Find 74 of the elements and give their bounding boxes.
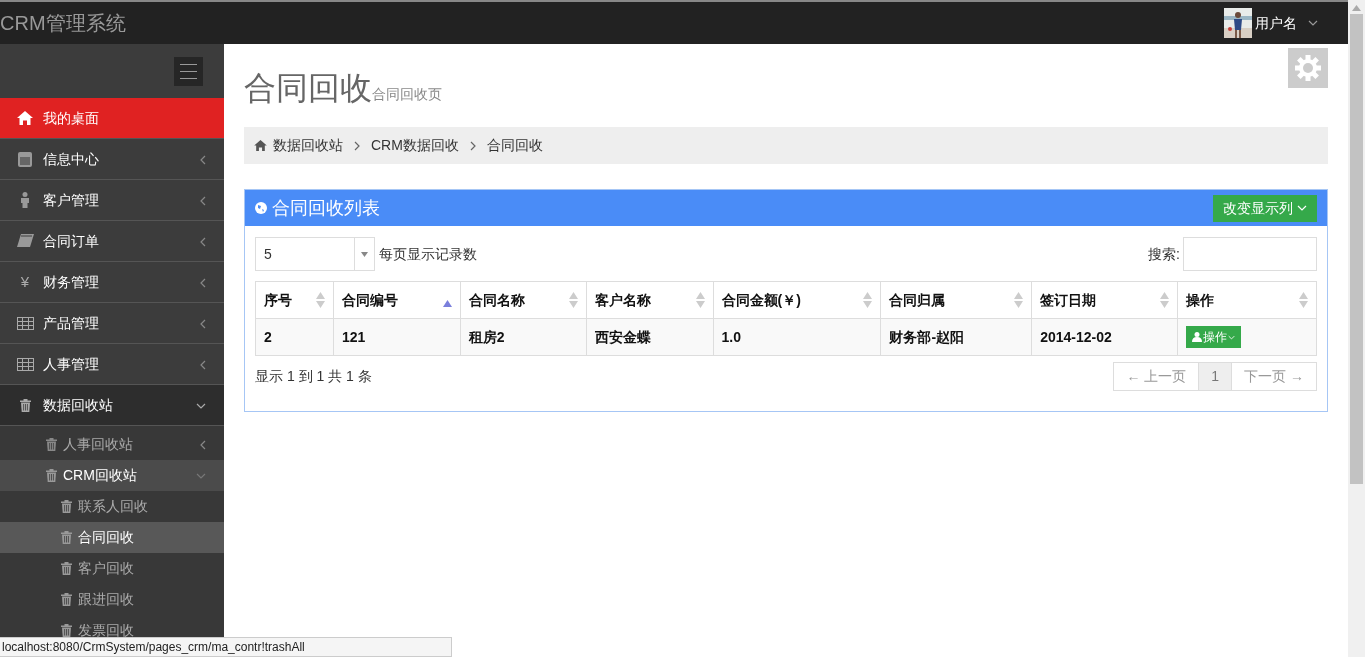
chevron-icon: [200, 318, 206, 329]
page-button[interactable]: 1: [1198, 362, 1233, 391]
app-title: CRM管理系统: [0, 11, 127, 36]
yen-icon: ¥: [20, 270, 30, 294]
sidebar-subitem[interactable]: CRM回收站: [0, 460, 224, 491]
separator-icon: [469, 140, 476, 151]
scrollbar[interactable]: [1348, 0, 1365, 657]
home-icon: [17, 111, 33, 125]
chevron-icon: [200, 359, 206, 370]
sidebar-item[interactable]: 数据回收站: [0, 385, 224, 426]
caret-icon: [1228, 334, 1236, 340]
table-cell: 租房2: [460, 318, 587, 356]
sidebar-item[interactable]: 我的桌面: [0, 98, 224, 139]
book-icon: [16, 233, 34, 249]
trash-icon: [46, 438, 57, 451]
chevron-icon: [200, 440, 206, 451]
chevron-icon: [200, 154, 206, 165]
trash-icon: [61, 531, 72, 544]
trash-icon: [61, 624, 72, 637]
search-label: 搜索:: [1148, 244, 1180, 264]
table-cell: 财务部-赵阳: [880, 318, 1032, 356]
user-icon: [1192, 332, 1203, 342]
home-icon: [254, 140, 267, 151]
chevron-icon: [196, 402, 206, 409]
calendar-icon: [18, 151, 32, 167]
sidebar-item[interactable]: 信息中心: [0, 139, 224, 180]
breadcrumb-link[interactable]: CRM数据回收: [371, 135, 459, 156]
chevron-icon: [200, 236, 206, 247]
table-icon: [16, 357, 34, 371]
caret-icon: [1308, 20, 1318, 26]
scroll-up-icon[interactable]: [1352, 5, 1361, 11]
table-info: 显示 1 到 1 共 1 条: [255, 367, 372, 386]
table-cell: 121: [333, 318, 461, 356]
column-header[interactable]: 操作: [1186, 289, 1215, 311]
table-cell: 西安金蝶: [586, 318, 714, 356]
sidebar-subitem[interactable]: 联系人回收: [0, 491, 224, 522]
trash-icon: [19, 398, 31, 412]
globe-icon: [255, 202, 267, 214]
trash-icon: [61, 562, 72, 575]
table-icon: [16, 316, 34, 330]
person-icon: [20, 192, 30, 208]
chevron-icon: [196, 473, 206, 480]
sidebar-subitem[interactable]: 人事回收站: [0, 429, 224, 460]
trash-icon: [46, 469, 57, 482]
page-subtitle: 合同回收页: [372, 86, 442, 102]
page-size-label: 每页显示记录数: [379, 244, 477, 264]
caret-icon: [1297, 205, 1307, 211]
chevron-icon: [200, 195, 206, 206]
dropdown-icon: [361, 251, 368, 257]
table-cell: 2014-12-02: [1031, 318, 1178, 356]
user-name[interactable]: 用户名: [1255, 12, 1297, 34]
sidebar-subitem[interactable]: 合同回收: [0, 522, 224, 553]
settings-button[interactable]: [1288, 48, 1328, 88]
separator-icon: [354, 140, 360, 151]
sidebar-item[interactable]: ¥ 财务管理: [0, 262, 224, 303]
trash-icon: [61, 500, 72, 513]
sidebar-subitem[interactable]: 跟进回收: [0, 584, 224, 615]
search-field[interactable]: [1183, 237, 1317, 271]
sidebar-item[interactable]: 合同订单: [0, 221, 224, 262]
sidebar-item[interactable]: 产品管理: [0, 303, 224, 344]
page-title: 合同回收: [244, 70, 372, 106]
sidebar-subitem[interactable]: 客户回收: [0, 553, 224, 584]
table-cell: 1.0: [713, 318, 881, 356]
chevron-icon: [200, 277, 206, 288]
trash-icon: [61, 593, 72, 606]
scroll-thumb[interactable]: [1350, 14, 1363, 484]
link-url-tooltip: localhost:8080/CrmSystem/pages_crm/ma_contr!trashAll: [0, 637, 452, 657]
breadcrumb-link[interactable]: 数据回收站: [273, 135, 343, 156]
menu-toggle-button[interactable]: [174, 56, 203, 86]
page-size-select[interactable]: 5: [255, 237, 375, 271]
sidebar-item[interactable]: 客户管理: [0, 180, 224, 221]
breadcrumb-current: 合同回收: [486, 136, 543, 155]
table-cell: 2: [255, 318, 334, 356]
panel-title: 合同回收列表: [272, 196, 380, 220]
